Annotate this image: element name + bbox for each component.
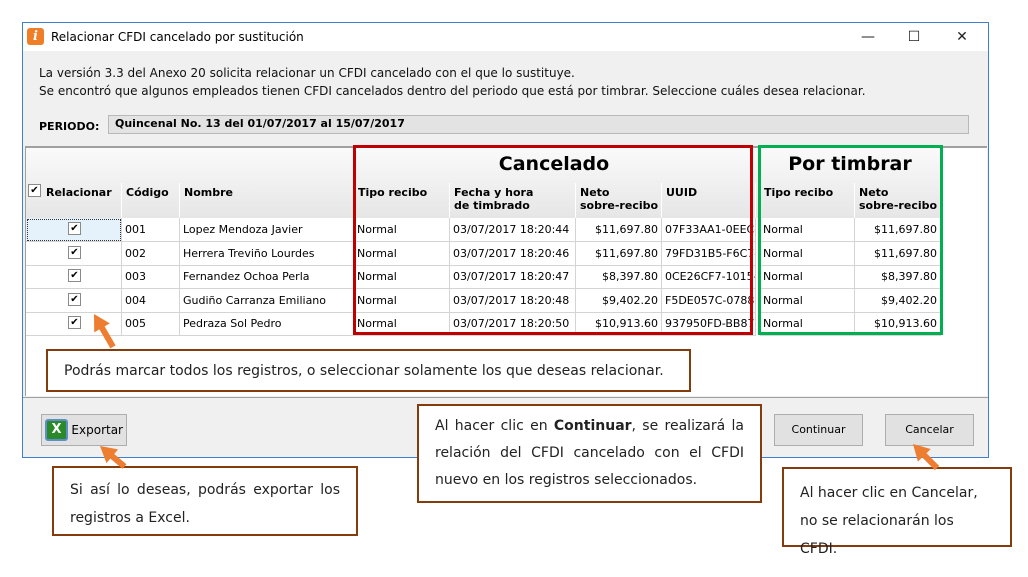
arrow-icon	[100, 446, 127, 469]
arrow-icon	[94, 314, 116, 349]
annotation-arrows	[94, 314, 940, 471]
arrow-icon	[913, 444, 940, 471]
